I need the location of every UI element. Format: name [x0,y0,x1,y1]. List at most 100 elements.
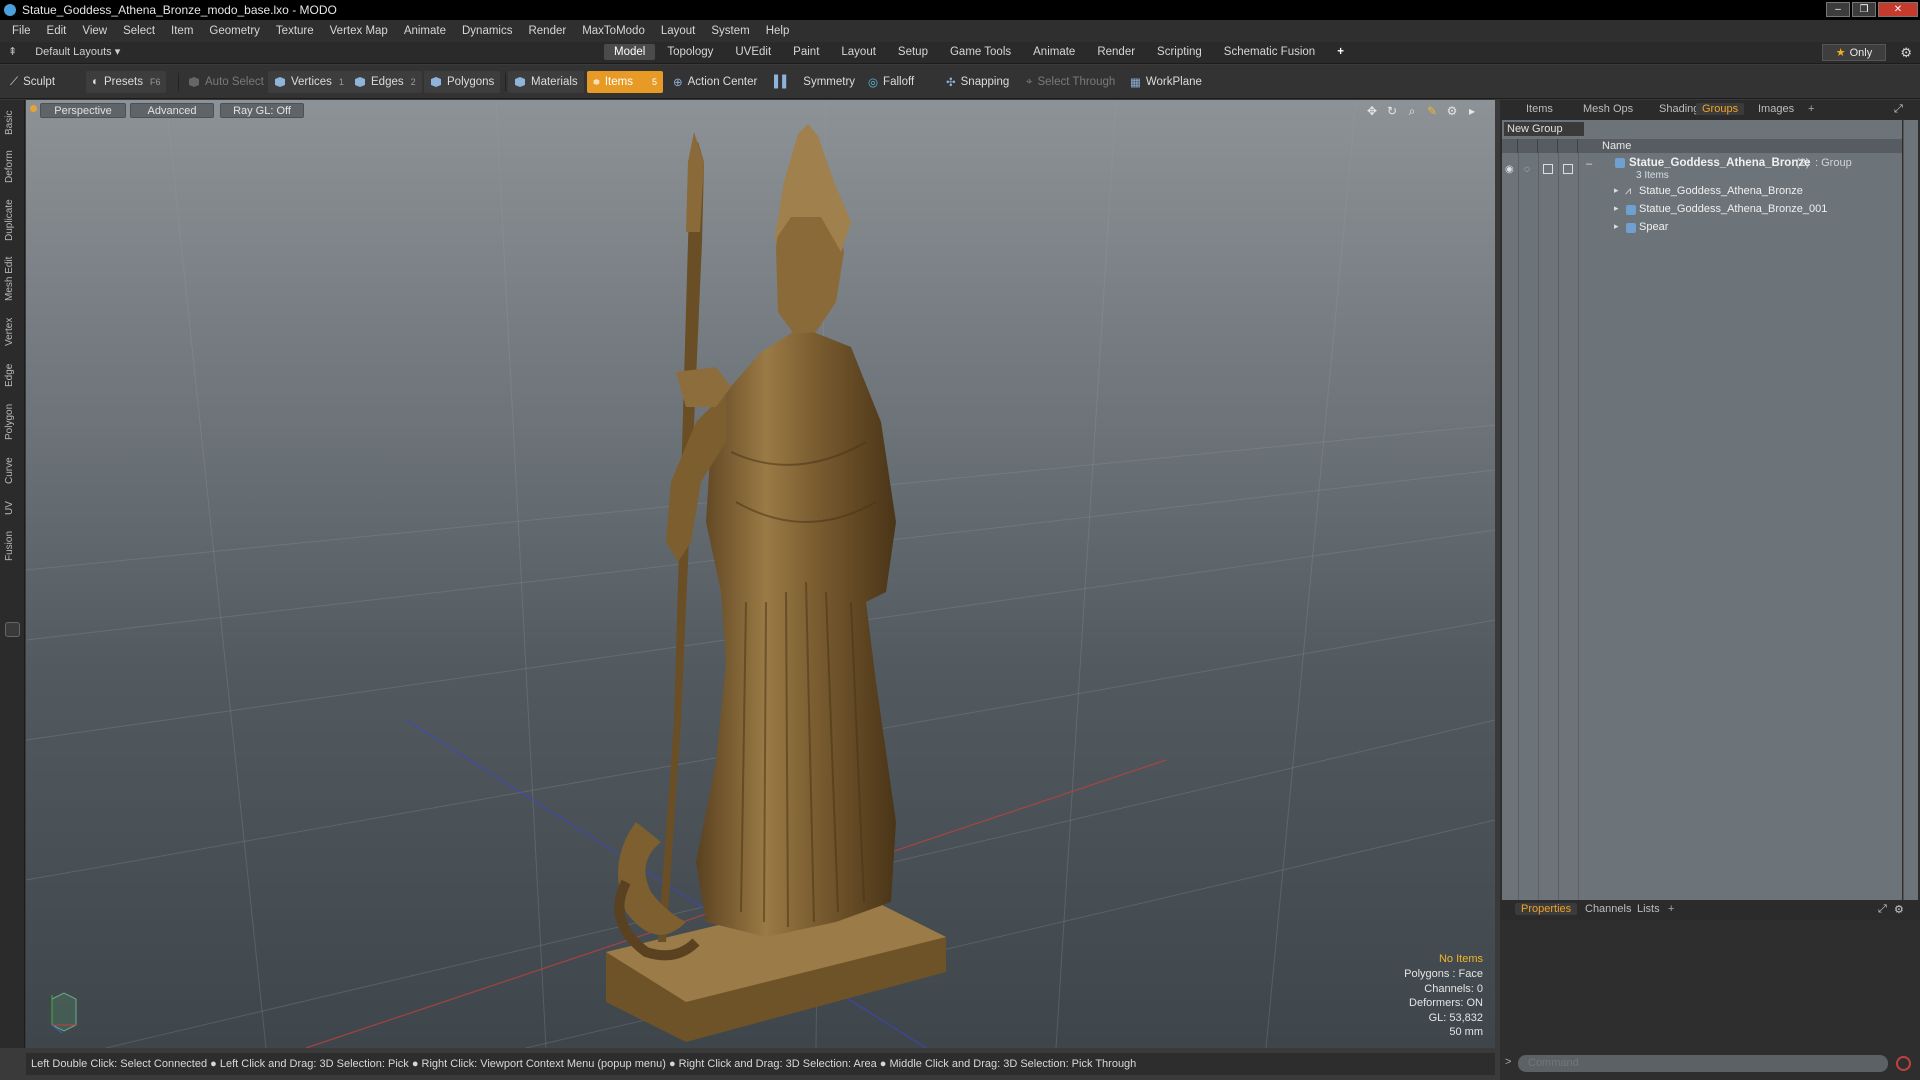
tab-basic[interactable]: Basic [4,106,20,140]
tab-curve[interactable]: Curve [4,452,20,490]
tab-polygon[interactable]: Polygon [4,398,20,446]
tab-topology[interactable]: Topology [657,44,723,60]
tab-scripting[interactable]: Scripting [1147,44,1212,60]
falloff-button[interactable]: ◎ Falloff [862,71,920,93]
symmetry-button[interactable]: ▌▌ Symmetry [768,71,861,93]
add-panel-tab-icon[interactable]: + [1802,103,1820,115]
advanced-dropdown[interactable]: Advanced [130,103,214,118]
3d-viewport[interactable]: Perspective Advanced Ray GL: Off ✥ ↻ ⌕ ✎… [26,100,1495,1048]
tab-edge[interactable]: Edge [4,358,20,392]
select-through-button[interactable]: ⌖ Select Through [1020,71,1121,93]
tab-model[interactable]: Model [604,44,656,60]
visibility-column-icon[interactable] [1502,139,1518,153]
tab-mesh-edit[interactable]: Mesh Edit [4,252,20,306]
pan-icon[interactable]: ✥ [1365,104,1379,118]
panel-gear-icon[interactable]: ⚙ [1888,903,1910,916]
tab-mesh-ops[interactable]: Mesh Ops [1577,103,1639,115]
presets-button[interactable]: ◐ Presets F6 [86,71,167,93]
select-checkbox[interactable] [1563,164,1573,174]
tab-properties[interactable]: Properties [1515,903,1578,915]
tree-item-row[interactable]: ▸ Statue_Goddess_Athena_Bronze_001 [1502,202,1902,218]
viewport-menu-icon[interactable] [30,105,37,112]
viewport-settings-icon[interactable]: ⚙ [1445,104,1459,118]
tab-lists[interactable]: Lists [1631,903,1666,915]
auto-select-button[interactable]: Auto Select [182,71,270,93]
menu-file[interactable]: File [0,25,39,37]
workplane-button[interactable]: ▦ WorkPlane [1124,71,1208,93]
record-macro-icon[interactable] [1896,1056,1911,1071]
menu-vertex-map[interactable]: Vertex Map [322,25,396,37]
menu-layout[interactable]: Layout [653,25,704,37]
action-center-button[interactable]: ⊕ Action Center [667,71,763,93]
tab-render[interactable]: Render [1087,44,1145,60]
tab-fusion[interactable]: Fusion [4,526,20,566]
new-group-button[interactable]: New Group [1504,122,1584,136]
tab-setup[interactable]: Setup [888,44,938,60]
tab-items[interactable]: Items [1520,103,1559,115]
tree-item-row[interactable]: ▸ ⩘ Statue_Goddess_Athena_Bronze [1502,184,1902,200]
tab-animate[interactable]: Animate [1023,44,1085,60]
zoom-icon[interactable]: ⌕ [1405,104,1419,118]
default-layouts-dropdown[interactable]: Default Layouts ▾ [35,45,120,58]
items-button[interactable]: Items 5 [587,71,663,93]
menu-view[interactable]: View [74,25,115,37]
athena-statue-model[interactable] [566,122,986,1042]
tab-uv[interactable]: UV [4,496,20,520]
eye-icon[interactable]: ◉ [1505,164,1514,175]
menu-select[interactable]: Select [115,25,163,37]
brush-tool-icon[interactable]: ✎ [1425,104,1439,118]
layout-collapse-icon[interactable]: ⇞ [8,45,17,58]
collapse-icon[interactable]: – [1586,158,1592,170]
name-column-header[interactable]: Name [1602,140,1631,152]
palette-toggle[interactable] [5,622,20,637]
group-row[interactable]: ◉ ◌ – Statue_Goddess_Athena_Bronze (2) :… [1502,156,1902,184]
only-button[interactable]: ★ Only [1822,44,1886,61]
vertices-button[interactable]: Vertices 1 [268,71,350,93]
tab-paint[interactable]: Paint [783,44,829,60]
command-input[interactable] [1518,1055,1888,1072]
groups-scrollbar[interactable] [1903,120,1918,900]
minimize-button[interactable]: – [1826,2,1850,17]
snapping-button[interactable]: ✣ Snapping [940,71,1015,93]
raygl-toggle[interactable]: Ray GL: Off [220,103,304,118]
menu-maxtomodo[interactable]: MaxToModo [574,25,653,37]
polygons-button[interactable]: Polygons [424,71,501,93]
menu-render[interactable]: Render [520,25,574,37]
orbit-icon[interactable]: ↻ [1385,104,1399,118]
tab-uvedit[interactable]: UVEdit [725,44,781,60]
select-column-icon[interactable] [1558,139,1578,153]
add-panel-tab-icon[interactable]: + [1662,903,1680,915]
menu-animate[interactable]: Animate [396,25,454,37]
materials-button[interactable]: Materials [508,71,584,93]
menu-dynamics[interactable]: Dynamics [454,25,520,37]
menu-geometry[interactable]: Geometry [201,25,268,37]
tab-duplicate[interactable]: Duplicate [4,194,20,246]
menu-texture[interactable]: Texture [268,25,322,37]
tab-game-tools[interactable]: Game Tools [940,44,1021,60]
menu-help[interactable]: Help [758,25,798,37]
tab-groups[interactable]: Groups [1696,103,1745,115]
gear-icon[interactable]: ⚙ [1900,45,1912,61]
tree-item-row[interactable]: ▸ Spear [1502,220,1902,236]
command-history-icon[interactable]: > [1505,1056,1511,1068]
lock-column-icon[interactable] [1538,139,1558,153]
render-column-icon[interactable] [1518,139,1538,153]
sculpt-button[interactable]: ⟋ Sculpt [4,71,61,93]
render-icon[interactable]: ◌ [1524,164,1530,175]
perspective-dropdown[interactable]: Perspective [40,103,126,118]
close-button[interactable]: ✕ [1878,2,1918,17]
tab-channels[interactable]: Channels [1579,903,1637,915]
menu-edit[interactable]: Edit [39,25,75,37]
tab-layout[interactable]: Layout [831,44,886,60]
edges-button[interactable]: Edges 2 [348,71,422,93]
maximize-button[interactable]: ❐ [1852,2,1876,17]
tab-images[interactable]: Images [1752,103,1800,115]
expand-arrow-icon[interactable]: ▸ [1465,104,1479,118]
tab-vertex[interactable]: Vertex [4,312,20,352]
tab-schematic-fusion[interactable]: Schematic Fusion [1214,44,1325,60]
lock-checkbox[interactable] [1543,164,1553,174]
add-tab-button[interactable]: + [1327,44,1354,60]
panel-expand-icon[interactable]: ⤢ [1888,103,1909,116]
tab-deform[interactable]: Deform [4,146,20,188]
menu-item[interactable]: Item [163,25,201,37]
